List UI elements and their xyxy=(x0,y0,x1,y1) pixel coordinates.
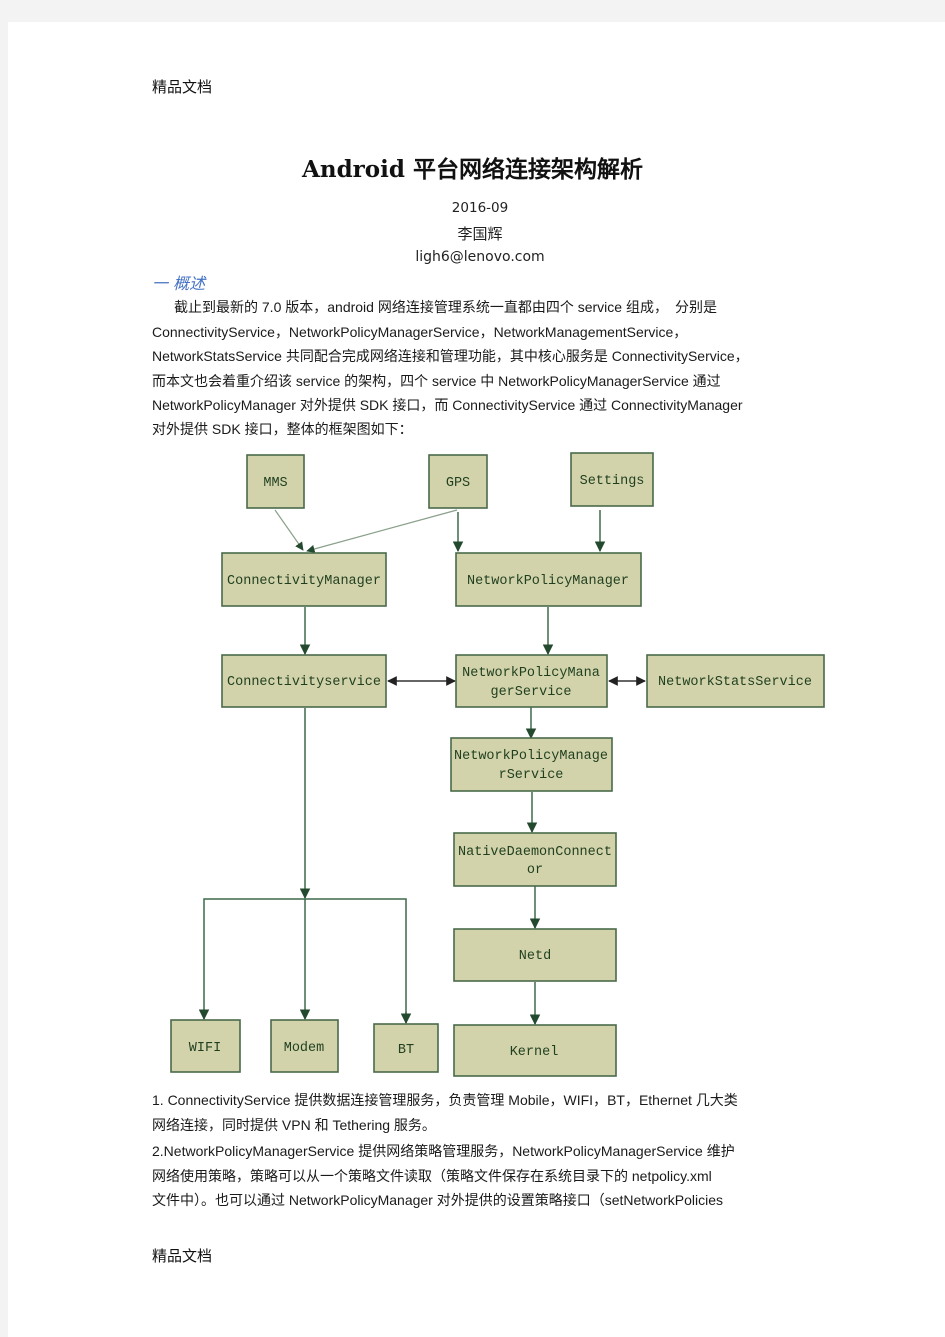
node-label: ConnectivityManager xyxy=(227,574,381,589)
node-connectivity-manager: ConnectivityManager xyxy=(221,552,387,607)
node-netd: Netd xyxy=(453,928,617,982)
architecture-diagram: MMS GPS Settings ConnectivityManager Net… xyxy=(170,452,825,1077)
node-label: Connectivityservice xyxy=(227,675,381,690)
node-network-policy-manager: NetworkPolicyManager xyxy=(455,552,642,607)
node-settings: Settings xyxy=(570,452,654,507)
node-label: NetworkPolicyMana xyxy=(462,666,600,681)
points-line: 1. ConnectivityService 提供数据连接管理服务，负责管理 M… xyxy=(152,1092,738,1108)
node-label: Kernel xyxy=(510,1045,559,1060)
edge-gps-connectivitymanager xyxy=(306,509,458,554)
points-line: 网络连接，同时提供 VPN 和 Tethering 服务。 xyxy=(152,1116,436,1133)
node-modem: Modem xyxy=(270,1019,339,1073)
node-label: NetworkStatsService xyxy=(658,675,812,690)
node-mms: MMS xyxy=(246,454,305,509)
points-line: 文件中）。也可以通过 NetworkPolicyManager 对外提供的设置策… xyxy=(152,1192,723,1208)
node-connectivity-service: Connectivityservice xyxy=(221,654,387,708)
node-native-daemon-connector: NativeDaemonConnect or xyxy=(453,832,617,887)
edge-mms-connectivitymanager xyxy=(274,509,304,551)
points-paragraph: 1. ConnectivityService 提供数据连接管理服务，负责管理 M… xyxy=(152,1088,832,1213)
node-label: WIFI xyxy=(189,1041,221,1056)
points-line: 网络使用策略，策略可以从一个策略文件读取（策略文件保存在系统目录下的 netpo… xyxy=(152,1167,712,1184)
node-label: GPS xyxy=(446,476,470,491)
node-wifi: WIFI xyxy=(170,1019,241,1073)
node-label: or xyxy=(527,863,543,878)
node-network-policy-manager-service-2: NetworkPolicyManage rService xyxy=(450,737,613,792)
points-line: 2.NetworkPolicyManagerService 提供网络策略管理服务… xyxy=(152,1143,735,1159)
node-label: rService xyxy=(499,768,564,783)
node-label: Netd xyxy=(519,949,551,964)
footer-watermark: 精品文档 xyxy=(152,1247,213,1265)
node-gps: GPS xyxy=(428,454,488,509)
node-label: BT xyxy=(398,1043,414,1058)
node-label: Modem xyxy=(284,1041,325,1056)
node-label: MMS xyxy=(263,476,287,491)
node-bt: BT xyxy=(373,1023,439,1073)
node-network-stats-service: NetworkStatsService xyxy=(646,654,825,708)
node-label: NetworkPolicyManage xyxy=(454,749,608,764)
node-label: Settings xyxy=(580,474,645,489)
node-label: NetworkPolicyManager xyxy=(467,574,629,589)
node-network-policy-manager-service: NetworkPolicyMana gerService xyxy=(455,654,608,708)
node-kernel: Kernel xyxy=(453,1024,617,1077)
node-label: gerService xyxy=(490,685,571,700)
node-label: NativeDaemonConnect xyxy=(458,845,612,860)
